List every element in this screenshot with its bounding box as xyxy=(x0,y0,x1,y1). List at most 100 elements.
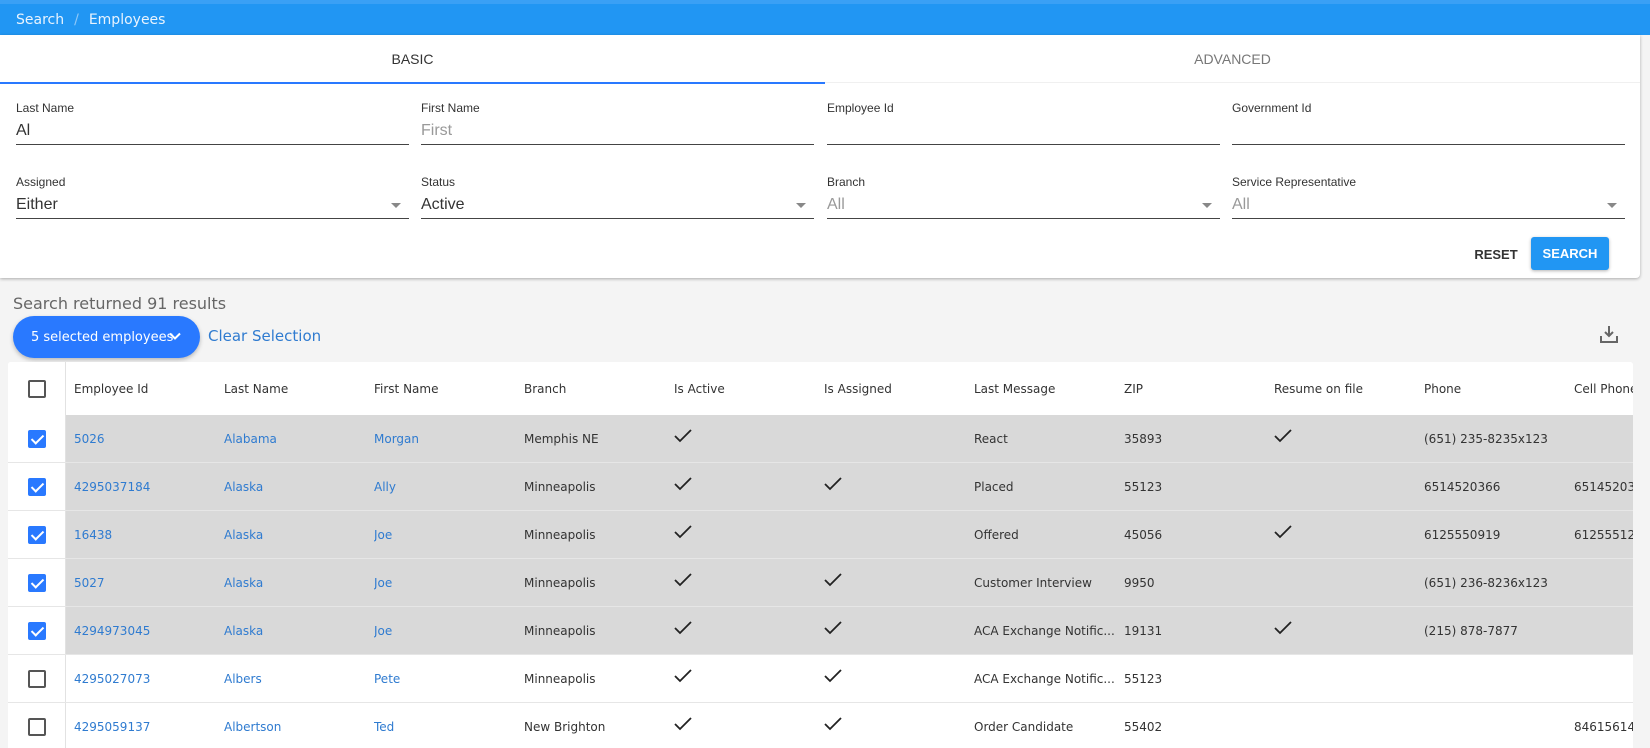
row-checkbox[interactable] xyxy=(28,526,46,544)
service-rep-value[interactable]: All xyxy=(1232,191,1625,219)
employee-id-input[interactable] xyxy=(827,117,1220,145)
cell-branch: Minneapolis xyxy=(524,511,674,558)
row-select-cell xyxy=(8,415,66,462)
row-checkbox[interactable] xyxy=(28,478,46,496)
cell-first-name[interactable]: Joe xyxy=(374,607,524,654)
cell-employee-id[interactable]: 5027 xyxy=(74,559,224,606)
column-header-last-message[interactable]: Last Message xyxy=(974,362,1124,415)
status-select[interactable]: Status Active xyxy=(421,175,814,219)
row-select-cell xyxy=(8,463,66,510)
cell-resume xyxy=(1274,463,1424,510)
dropdown-arrow-icon[interactable] xyxy=(1607,203,1617,208)
cell-first-name[interactable]: Ally xyxy=(374,463,524,510)
cell-last-name[interactable]: Alaska xyxy=(224,463,374,510)
cell-employee-id[interactable]: 5026 xyxy=(74,415,224,462)
column-header-phone[interactable]: Phone xyxy=(1424,362,1574,415)
dropdown-arrow-icon[interactable] xyxy=(391,203,401,208)
top-bar: Search / Employees xyxy=(0,0,1650,35)
reset-button[interactable]: RESET xyxy=(1468,238,1524,270)
cell-last-name[interactable]: Alaska xyxy=(224,511,374,558)
cell-first-name[interactable]: Morgan xyxy=(374,415,524,462)
first-name-field[interactable]: First Name First xyxy=(421,101,814,145)
cell-last-name[interactable]: Alabama xyxy=(224,415,374,462)
employee-id-label: Employee Id xyxy=(827,101,1220,117)
branch-select[interactable]: Branch All xyxy=(827,175,1220,219)
table-row[interactable]: 4294973045AlaskaJoeMinneapolisACA Exchan… xyxy=(8,607,1633,655)
row-checkbox[interactable] xyxy=(28,430,46,448)
cell-employee-id[interactable]: 4294973045 xyxy=(74,607,224,654)
last-name-label: Last Name xyxy=(16,101,409,117)
table-row[interactable]: 4295027073AlbersPeteMinneapolisACA Excha… xyxy=(8,655,1633,703)
cell-employee-id[interactable]: 16438 xyxy=(74,511,224,558)
column-header-branch[interactable]: Branch xyxy=(524,362,674,415)
cell-phone: 6514520366 xyxy=(1424,463,1574,510)
table-row[interactable]: 16438AlaskaJoeMinneapolisOffered45056612… xyxy=(8,511,1633,559)
checkmark-icon xyxy=(674,669,692,683)
cell-first-name[interactable]: Ted xyxy=(374,703,524,748)
select-all-checkbox[interactable] xyxy=(28,380,46,398)
first-name-input[interactable]: First xyxy=(421,117,814,145)
dropdown-arrow-icon[interactable] xyxy=(796,203,806,208)
cell-last-name[interactable]: Alaska xyxy=(224,607,374,654)
table-row[interactable]: 5027AlaskaJoeMinneapolisCustomer Intervi… xyxy=(8,559,1633,607)
checkmark-icon xyxy=(1274,525,1292,539)
cell-is-active xyxy=(674,511,824,558)
row-checkbox[interactable] xyxy=(28,718,46,736)
download-icon[interactable] xyxy=(1598,323,1620,345)
cell-employee-id[interactable]: 4295037184 xyxy=(74,463,224,510)
government-id-field[interactable]: Government Id xyxy=(1232,101,1625,145)
cell-employee-id[interactable]: 4295059137 xyxy=(74,703,224,748)
last-name-field[interactable]: Last Name Al xyxy=(16,101,409,145)
row-select-cell xyxy=(8,655,66,702)
cell-first-name[interactable]: Joe xyxy=(374,511,524,558)
service-rep-select[interactable]: Service Representative All xyxy=(1232,175,1625,219)
clear-selection-link[interactable]: Clear Selection xyxy=(208,327,321,345)
branch-label: Branch xyxy=(827,175,1220,191)
employee-id-field[interactable]: Employee Id xyxy=(827,101,1220,145)
checkmark-icon xyxy=(674,525,692,539)
row-checkbox[interactable] xyxy=(28,622,46,640)
column-header-is-active[interactable]: Is Active xyxy=(674,362,824,415)
tab-basic[interactable]: BASIC xyxy=(0,35,825,83)
row-cells: 4294973045AlaskaJoeMinneapolisACA Exchan… xyxy=(66,607,1633,654)
assigned-value[interactable]: Either xyxy=(16,191,409,219)
column-header-last-name[interactable]: Last Name xyxy=(224,362,374,415)
table-row[interactable]: 4295037184AlaskaAllyMinneapolisPlaced551… xyxy=(8,463,1633,511)
checkmark-icon xyxy=(824,669,842,683)
cell-first-name[interactable]: Joe xyxy=(374,559,524,606)
cell-last-message: Placed xyxy=(974,463,1124,510)
checkmark-icon xyxy=(674,717,692,731)
row-checkbox[interactable] xyxy=(28,670,46,688)
table-header-row: Employee IdLast NameFirst NameBranchIs A… xyxy=(8,362,1633,415)
table-row[interactable]: 4295059137AlbertsonTedNew BrightonOrder … xyxy=(8,703,1633,748)
dropdown-arrow-icon[interactable] xyxy=(1202,203,1212,208)
search-button[interactable]: SEARCH xyxy=(1531,237,1609,270)
row-checkbox[interactable] xyxy=(28,574,46,592)
government-id-input[interactable] xyxy=(1232,117,1625,145)
cell-employee-id[interactable]: 4295027073 xyxy=(74,655,224,702)
cell-last-name[interactable]: Alaska xyxy=(224,559,374,606)
column-header-is-assigned[interactable]: Is Assigned xyxy=(824,362,974,415)
column-header-first-name[interactable]: First Name xyxy=(374,362,524,415)
cell-last-name[interactable]: Albertson xyxy=(224,703,374,748)
selected-employees-button[interactable]: 5 selected employees xyxy=(13,316,200,358)
row-cells: 4295027073AlbersPeteMinneapolisACA Excha… xyxy=(66,655,1633,702)
cell-cell: 846156145 xyxy=(1574,703,1633,748)
column-header-zip[interactable]: ZIP xyxy=(1124,362,1274,415)
tab-advanced[interactable]: ADVANCED xyxy=(825,35,1640,83)
last-name-input[interactable]: Al xyxy=(16,117,409,145)
column-header-resume-on-file[interactable]: Resume on file xyxy=(1274,362,1424,415)
column-header-employee-id[interactable]: Employee Id xyxy=(74,362,224,415)
cell-is-active xyxy=(674,607,824,654)
branch-value[interactable]: All xyxy=(827,191,1220,219)
cell-last-name[interactable]: Albers xyxy=(224,655,374,702)
assigned-label: Assigned xyxy=(16,175,409,191)
assigned-select[interactable]: Assigned Either xyxy=(16,175,409,219)
column-header-cell-phone[interactable]: Cell Phone xyxy=(1574,362,1633,415)
cell-first-name[interactable]: Pete xyxy=(374,655,524,702)
table-row[interactable]: 5026AlabamaMorganMemphis NEReact35893(65… xyxy=(8,415,1633,463)
cell-phone xyxy=(1424,655,1574,702)
cell-branch: Minneapolis xyxy=(524,607,674,654)
status-value[interactable]: Active xyxy=(421,191,814,219)
breadcrumb-search[interactable]: Search xyxy=(16,12,64,28)
